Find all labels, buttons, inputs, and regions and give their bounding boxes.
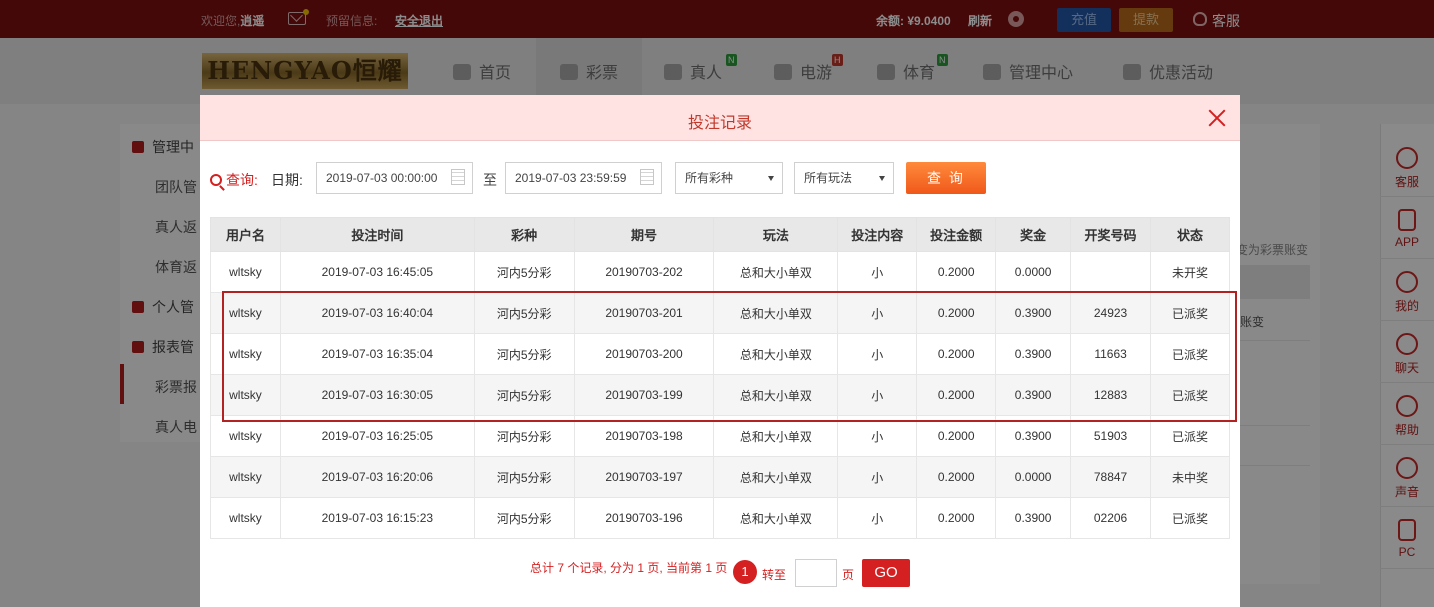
draw-number-cell: 78847 <box>1070 456 1152 498</box>
table-row[interactable]: wltsky 2019-07-03 16:20:06 河内5分彩 20190703-1… <box>210 456 1230 498</box>
goto-label: 转至 <box>762 568 787 582</box>
lottery-cell: 河内5分彩 <box>473 251 575 293</box>
column-header[interactable]: 投注时间 <box>279 217 475 252</box>
bet-content-cell: 小 <box>837 456 918 498</box>
draw-number-cell <box>1070 251 1152 293</box>
date-label: 日期: <box>271 172 303 188</box>
issue-number-cell: 20190703-202 <box>573 251 715 293</box>
goto-page-input[interactable] <box>795 559 837 587</box>
play-type-cell: 总和大小单双 <box>713 251 839 293</box>
end-date-input[interactable]: 2019-07-03 23:59:59 <box>505 162 662 194</box>
column-header[interactable]: 投注金额 <box>916 217 997 252</box>
username-cell: wltsky <box>210 456 281 498</box>
table-row[interactable]: wltsky 2019-07-03 16:15:23 河内5分彩 20190703-1… <box>210 497 1230 539</box>
bet-time-cell: 2019-07-03 16:15:23 <box>279 497 475 539</box>
prize-cell: 0.0000 <box>995 251 1072 293</box>
close-icon[interactable] <box>1207 108 1227 128</box>
username-cell: wltsky <box>210 497 281 539</box>
column-header[interactable]: 期号 <box>573 217 715 252</box>
username-cell: wltsky <box>210 251 281 293</box>
bet-time-cell: 2019-07-03 16:20:06 <box>279 456 475 498</box>
modal-header: 投注记录 <box>200 95 1240 141</box>
date-range-separator: 至 <box>483 172 497 188</box>
query-label: 查询: <box>210 170 258 190</box>
chevron-down-icon <box>879 176 885 181</box>
bet-content-cell: 小 <box>837 251 918 293</box>
page-number-current[interactable]: 1 <box>733 560 757 584</box>
modal-title: 投注记录 <box>687 115 752 132</box>
table-header-row: 用户名 投注时间 彩种 期号 玩法 投注内容 投注金额 奖金 开奖号码 状态 <box>210 217 1230 252</box>
status-cell: 未开奖 <box>1150 251 1230 293</box>
play-type-cell: 总和大小单双 <box>713 497 839 539</box>
search-icon <box>210 174 222 186</box>
column-header[interactable]: 彩种 <box>473 217 575 252</box>
column-header[interactable]: 玩法 <box>713 217 839 252</box>
status-cell: 未中奖 <box>1150 456 1230 498</box>
column-header[interactable]: 状态 <box>1150 217 1230 252</box>
bet-amount-cell: 0.2000 <box>916 497 997 539</box>
bet-amount-cell: 0.2000 <box>916 251 997 293</box>
start-date-input[interactable]: 2019-07-03 00:00:00 <box>316 162 473 194</box>
prize-cell: 0.3900 <box>995 497 1072 539</box>
pagination-summary: 总计 7 个记录, 分为 1 页, 当前第 1 页 <box>530 561 728 575</box>
lottery-cell: 河内5分彩 <box>473 497 575 539</box>
column-header[interactable]: 奖金 <box>995 217 1072 252</box>
column-header[interactable]: 用户名 <box>210 217 281 252</box>
issue-number-cell: 20190703-196 <box>573 497 715 539</box>
column-header[interactable]: 开奖号码 <box>1070 217 1152 252</box>
page-unit-label: 页 <box>842 568 855 582</box>
calendar-icon[interactable] <box>640 169 654 185</box>
prize-cell: 0.0000 <box>995 456 1072 498</box>
play-type-select[interactable]: 所有玩法 <box>794 162 894 194</box>
query-button[interactable]: 查 询 <box>906 162 986 194</box>
play-type-cell: 总和大小单双 <box>713 456 839 498</box>
draw-number-cell: 02206 <box>1070 497 1152 539</box>
calendar-icon[interactable] <box>451 169 465 185</box>
table-row[interactable]: wltsky 2019-07-03 16:45:05 河内5分彩 20190703-2… <box>210 251 1230 293</box>
highlight-annotation-box <box>222 291 1237 422</box>
lottery-type-select[interactable]: 所有彩种 <box>675 162 783 194</box>
chevron-down-icon <box>768 176 774 181</box>
bet-content-cell: 小 <box>837 497 918 539</box>
bet-amount-cell: 0.2000 <box>916 456 997 498</box>
bet-records-modal: 投注记录 查询: 日期: 2019-07-03 00:00:00 至 2019-… <box>200 95 1240 607</box>
bet-time-cell: 2019-07-03 16:45:05 <box>279 251 475 293</box>
lottery-cell: 河内5分彩 <box>473 456 575 498</box>
column-header[interactable]: 投注内容 <box>837 217 918 252</box>
issue-number-cell: 20190703-197 <box>573 456 715 498</box>
go-button[interactable]: GO <box>862 559 910 587</box>
status-cell: 已派奖 <box>1150 497 1230 539</box>
